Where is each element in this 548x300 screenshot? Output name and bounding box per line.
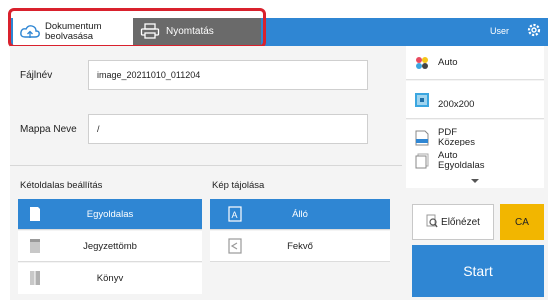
- tab-document-scan-label: Dokumentum beolvasása: [45, 21, 102, 42]
- header-bar: Dokumentum beolvasása Nyomtatás User: [0, 0, 548, 48]
- page-sides-line2: Egyoldalas: [438, 159, 485, 171]
- clear-all-button[interactable]: CA: [500, 204, 544, 240]
- chevron-down-icon: [470, 176, 480, 187]
- tab-document-scan[interactable]: Dokumentum beolvasása: [13, 18, 133, 46]
- clear-all-label: CA: [515, 216, 529, 228]
- preview-icon: [426, 214, 438, 231]
- resolution-value: 200x200: [438, 98, 475, 110]
- cloud-scan-icon: [19, 23, 41, 41]
- start-label: Start: [463, 263, 493, 279]
- color-dots-icon: [414, 55, 430, 71]
- preview-button[interactable]: Előnézet: [412, 204, 494, 240]
- section-divider: [10, 165, 402, 166]
- filename-label: Fájlnév: [20, 70, 53, 81]
- folder-name-field[interactable]: /: [88, 114, 368, 144]
- filename-field[interactable]: image_20211010_011204: [88, 60, 368, 90]
- resolution-icon: [414, 92, 430, 108]
- resolution-setting[interactable]: 200x200: [406, 81, 544, 119]
- page-sides-value: Auto Egyoldalas: [438, 150, 485, 171]
- portrait-icon: A: [228, 206, 242, 222]
- color-mode-value: Auto: [438, 56, 458, 68]
- svg-text:A: A: [232, 210, 238, 220]
- folder-name-value: /: [97, 124, 100, 134]
- duplex-option-label: Jegyzettömb: [83, 240, 137, 252]
- duplex-option-label: Könyv: [96, 273, 124, 284]
- start-button[interactable]: Start: [412, 245, 544, 297]
- gear-icon[interactable]: [526, 22, 542, 38]
- duplex-option-notepad[interactable]: Jegyzettömb: [18, 231, 202, 262]
- notepad-icon: [28, 238, 42, 254]
- orientation-title: Kép tájolása: [212, 180, 265, 191]
- book-icon: [28, 270, 42, 286]
- printer-icon: [140, 23, 162, 41]
- tab-print-label: Nyomtatás: [166, 26, 214, 37]
- user-label[interactable]: User: [490, 26, 509, 36]
- pages-icon: [414, 153, 430, 169]
- folder-name-label: Mappa Neve: [20, 124, 77, 135]
- tab-print[interactable]: Nyomtatás: [133, 18, 261, 46]
- file-format-value: PDF Közepes: [438, 128, 475, 148]
- filename-value: image_20211010_011204: [97, 70, 201, 80]
- duplex-title: Kétoldalas beállítás: [20, 180, 103, 191]
- more-settings-toggle[interactable]: [406, 174, 544, 188]
- page-sides-setting[interactable]: Auto Egyoldalas: [406, 146, 544, 176]
- preview-label: Előnézet: [441, 216, 480, 228]
- one-sided-icon: [28, 206, 42, 222]
- orientation-option-portrait[interactable]: A Álló: [210, 199, 390, 230]
- duplex-option-book[interactable]: Könyv: [18, 263, 202, 294]
- file-format-icon: [414, 130, 430, 146]
- duplex-option-one-sided[interactable]: Egyoldalas: [18, 199, 202, 230]
- duplex-option-label: Egyoldalas: [86, 208, 134, 220]
- color-mode-setting[interactable]: Auto: [406, 46, 544, 80]
- app-frame: Dokumentum beolvasása Nyomtatás User Fáj…: [0, 0, 548, 300]
- landscape-icon: [228, 238, 242, 254]
- orientation-option-landscape[interactable]: Fekvő: [210, 231, 390, 262]
